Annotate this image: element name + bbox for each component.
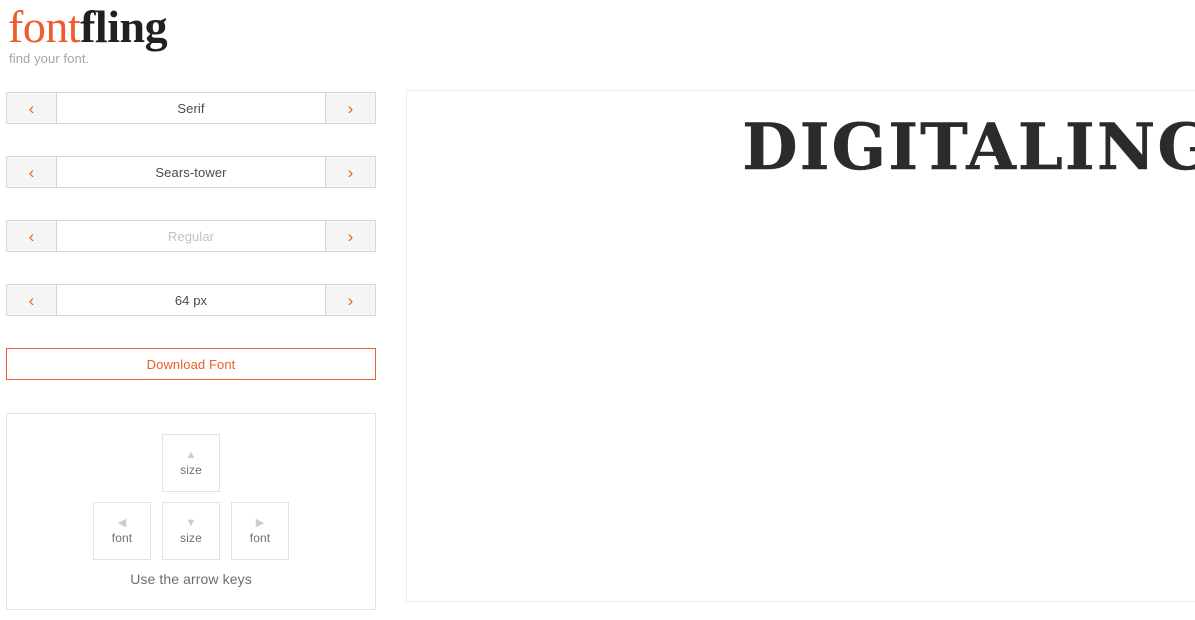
key-grid: ▲ size ◀ font ▼ size ▶ font: [7, 414, 375, 560]
site-logo[interactable]: fontfling find your font.: [6, 4, 376, 76]
size-value[interactable]: 64 px: [56, 284, 326, 316]
keyboard-hint-panel: ▲ size ◀ font ▼ size ▶ font Use the arro…: [6, 413, 376, 610]
logo-text-fling: fling: [80, 1, 168, 52]
style-next-button[interactable]: ›: [326, 220, 376, 252]
selector-row-category: ‹ Serif ›: [6, 92, 376, 124]
arrow-right-icon: ▶: [255, 516, 265, 529]
keyboard-hint-caption: Use the arrow keys: [130, 571, 252, 587]
category-value[interactable]: Serif: [56, 92, 326, 124]
selector-row-font: ‹ Sears-tower ›: [6, 156, 376, 188]
key-arrow-up[interactable]: ▲ size: [162, 434, 220, 492]
font-value[interactable]: Sears-tower: [56, 156, 326, 188]
key-arrow-left[interactable]: ◀ font: [93, 502, 151, 560]
font-preview-panel[interactable]: DIGITALING: [406, 90, 1195, 602]
size-prev-button[interactable]: ‹: [6, 284, 56, 316]
font-prev-button[interactable]: ‹: [6, 156, 56, 188]
category-prev-button[interactable]: ‹: [6, 92, 56, 124]
style-prev-button[interactable]: ‹: [6, 220, 56, 252]
arrow-down-icon: ▼: [185, 516, 197, 529]
size-next-button[interactable]: ›: [326, 284, 376, 316]
key-arrow-left-label: font: [111, 530, 133, 545]
selector-row-size: ‹ 64 px ›: [6, 284, 376, 316]
arrow-left-icon: ◀: [117, 516, 127, 529]
selector-row-style: ‹ Regular ›: [6, 220, 376, 252]
key-arrow-down[interactable]: ▼ size: [162, 502, 220, 560]
logo-text-font: font: [8, 1, 81, 52]
category-next-button[interactable]: ›: [326, 92, 376, 124]
key-arrow-right-label: font: [249, 530, 271, 545]
font-preview-text: DIGITALING: [742, 110, 1195, 185]
key-arrow-down-label: size: [180, 530, 202, 545]
key-row-top: ▲ size: [7, 434, 375, 492]
style-value[interactable]: Regular: [56, 220, 326, 252]
key-arrow-up-label: size: [180, 462, 202, 477]
download-font-button[interactable]: Download Font: [6, 348, 376, 380]
logo-tagline: find your font.: [9, 51, 90, 66]
font-next-button[interactable]: ›: [326, 156, 376, 188]
logo-wordmark: fontfling: [6, 4, 376, 50]
key-arrow-right[interactable]: ▶ font: [231, 502, 289, 560]
key-row-bottom: ◀ font ▼ size ▶ font: [7, 502, 375, 560]
arrow-up-icon: ▲: [185, 448, 197, 461]
